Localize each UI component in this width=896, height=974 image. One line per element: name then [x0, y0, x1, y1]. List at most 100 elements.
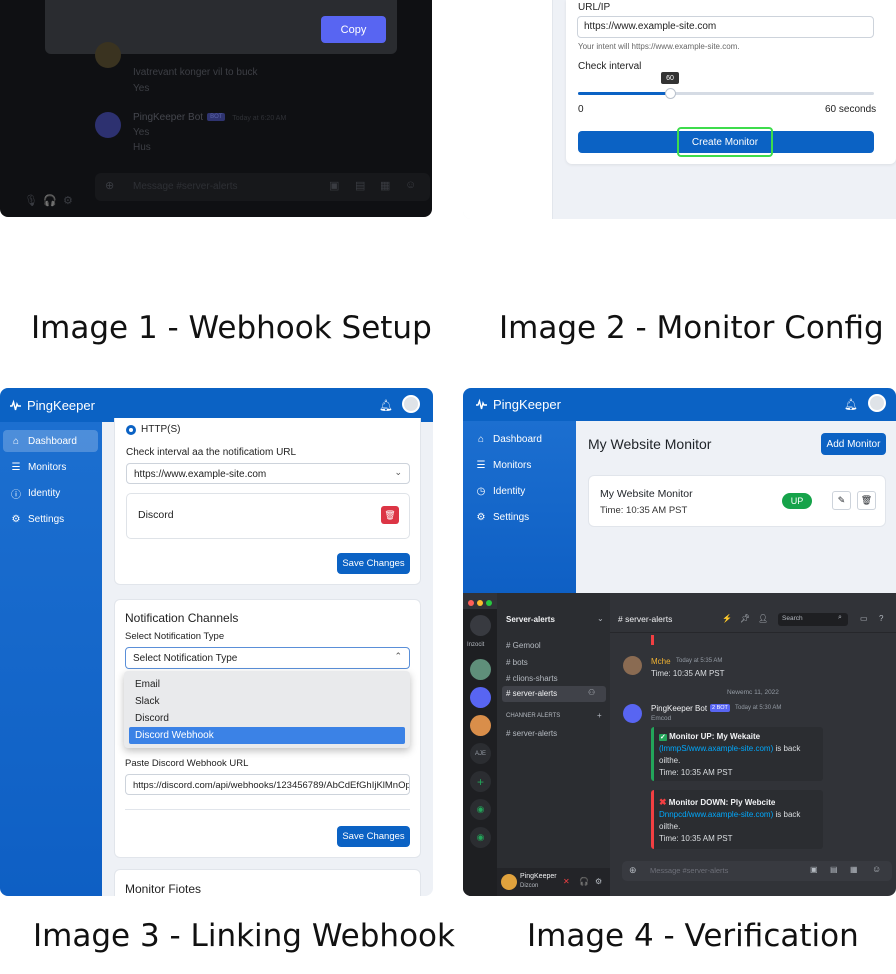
nav-settings[interactable]: ⚙ Settings	[3, 508, 98, 530]
create-monitor-button[interactable]: Create Monitor	[677, 127, 773, 157]
add-monitor-button[interactable]: Add Monitor	[821, 433, 886, 455]
explore-icon[interactable]: ◉	[470, 827, 491, 848]
server-icon[interactable]	[470, 659, 491, 680]
search-icon: ⌕	[838, 614, 842, 621]
sidebar: ⌂ Dashboard ☰ Monitors ⓘ Identity ⚙ Settings	[0, 422, 102, 896]
server-icon[interactable]: AJE	[470, 743, 491, 764]
server-icon[interactable]	[470, 715, 491, 736]
nav-identity[interactable]: ⓘ Identity	[3, 482, 98, 504]
url-select[interactable]: https://www.example-site.com ⌄	[126, 463, 410, 484]
help-icon[interactable]: ?	[879, 614, 883, 623]
embed-link[interactable]: Dnnpcd/www.axample-site.com)	[659, 810, 773, 819]
option-email[interactable]: Email	[129, 676, 405, 693]
url-input[interactable]: https://www.example-site.com	[577, 16, 874, 38]
window-close-dot[interactable]	[468, 600, 474, 606]
explore-icon[interactable]: ◉	[470, 799, 491, 820]
delete-button[interactable]: 🗑︎	[857, 491, 876, 510]
slider-min-label: 0	[578, 104, 584, 115]
discord-home-icon[interactable]	[470, 615, 491, 636]
pin-icon[interactable]: 📌︎	[740, 614, 750, 623]
slider-fill	[578, 92, 670, 95]
channel-item-selected[interactable]: # server-alerts ⚇	[502, 686, 606, 702]
members-icon[interactable]: 👤︎	[758, 614, 768, 623]
add-server-icon[interactable]: +	[470, 771, 491, 792]
nav-monitors[interactable]: ☰ Monitors	[468, 454, 568, 476]
user-status: Dizcon	[520, 883, 539, 889]
emoji-icon[interactable]: ☺	[405, 179, 416, 191]
embed-link[interactable]: (lmmpS/www.axample-site.com)	[659, 744, 773, 753]
user-avatar[interactable]	[501, 874, 517, 890]
embed-monitor-down: ✖ Monitor DOWN: Ply Webcite Dnnpcd/www.a…	[651, 790, 823, 849]
webhook-url-input[interactable]: https://discord.com/api/webhooks/1234567…	[125, 774, 410, 795]
edit-button[interactable]: ✎	[832, 491, 851, 510]
add-attachment-icon[interactable]: ⊕	[629, 865, 637, 876]
search-input[interactable]: Search ⌕	[778, 613, 848, 626]
window-minimize-dot[interactable]	[477, 600, 483, 606]
server-name[interactable]: Server-alerts	[506, 615, 555, 624]
gift-icon[interactable]: ▣	[810, 865, 818, 874]
sticker-icon[interactable]: ▦	[380, 179, 390, 192]
message-input[interactable]: ⊕ Message #server-alerts ▣ ▤ ▦ ☺	[95, 173, 430, 201]
gif-icon[interactable]: ▤	[355, 179, 365, 192]
user-avatar[interactable]	[868, 394, 886, 412]
nav-dashboard[interactable]: ⌂ Dashboard	[468, 428, 568, 450]
nav-label: Monitors	[493, 459, 532, 471]
embed-bar	[651, 727, 654, 781]
add-member-icon[interactable]: ⚇	[588, 688, 595, 697]
app-header: PingKeeper 🔔︎	[463, 388, 896, 421]
caption-image-1: Image 1 - Webhook Setup	[31, 310, 432, 346]
nav-monitors[interactable]: ☰ Monitors	[3, 456, 98, 478]
user-avatar[interactable]	[402, 395, 420, 413]
option-discord-webhook[interactable]: Discord Webhook	[129, 727, 405, 744]
channel-item[interactable]: # server-alerts	[506, 729, 557, 738]
nav-settings[interactable]: ⚙ Settings	[468, 506, 568, 528]
channel-label: server-alerts	[512, 729, 558, 738]
slider-thumb[interactable]	[665, 88, 676, 99]
interval-slider[interactable]: 60	[578, 72, 874, 99]
channel-item[interactable]: # Gemool	[506, 641, 541, 650]
microphone-icon[interactable]: 🎙	[24, 194, 38, 207]
notification-type-select[interactable]: Select Notification Type ⌃	[125, 647, 410, 669]
channel-item[interactable]: # clions-sharts	[506, 674, 558, 683]
gif-icon[interactable]: ▤	[830, 865, 838, 874]
monitor-config-screenshot: URL/IP https://www.example-site.com Your…	[463, 0, 896, 219]
option-discord[interactable]: Discord	[129, 710, 405, 727]
bell-icon[interactable]: 🔔︎	[379, 399, 393, 412]
date-divider: Newemc 11, 2022	[727, 689, 779, 696]
add-channel-icon[interactable]: +	[597, 711, 602, 720]
nav-identity[interactable]: ◷ Identity	[468, 480, 568, 502]
category-label[interactable]: CHANNER ALERTS	[506, 713, 560, 719]
save-changes-button[interactable]: Save Changes	[337, 553, 410, 574]
headphones-icon[interactable]: 🎧	[43, 194, 57, 207]
inbox-icon[interactable]: ▭	[860, 614, 868, 623]
save-changes-button[interactable]: Save Changes	[337, 826, 410, 847]
gift-icon[interactable]: ▣	[329, 179, 339, 192]
delete-button[interactable]: 🗑︎	[381, 506, 399, 524]
bot-time: Today at 6:20 AM	[232, 115, 287, 122]
gear-icon[interactable]: ⚙	[595, 877, 602, 886]
bell-icon[interactable]: 🔔︎	[844, 398, 858, 411]
monitor-card[interactable]: My Website Monitor Time: 10:35 AM PST UP…	[588, 475, 886, 527]
emoji-icon[interactable]: ☺	[872, 864, 881, 874]
notification-type-dropdown: Email Slack Discord Discord Webhook	[124, 671, 410, 748]
discord-message-input[interactable]: ⊕ Message #server-alerts ▣ ▤ ▦ ☺	[622, 861, 892, 881]
check-icon: ✓	[659, 734, 667, 741]
mute-icon[interactable]: ✕	[563, 877, 570, 886]
copy-button[interactable]: Copy	[321, 16, 386, 43]
window-maximize-dot[interactable]	[486, 600, 492, 606]
url-select-value: https://www.example-site.com	[134, 469, 267, 480]
server-icon-active[interactable]	[470, 687, 491, 708]
nav-dashboard[interactable]: ⌂ Dashboard	[3, 430, 98, 452]
chevron-down-icon[interactable]: ⌄	[597, 614, 604, 623]
threads-icon[interactable]: ⚡	[722, 614, 732, 623]
gear-icon[interactable]: ⚙	[63, 194, 73, 207]
channel-item[interactable]: # bots	[506, 658, 528, 667]
message-text: Time: 10:35 AM PST	[651, 669, 725, 678]
sticker-icon[interactable]: ▦	[850, 865, 858, 874]
headphones-icon[interactable]: 🎧	[579, 877, 589, 886]
bot-time: Today at 5:30 AM	[735, 705, 782, 711]
add-attachment-icon[interactable]: ⊕	[105, 179, 114, 192]
monitor-settings-card: HTTP(S) Check interval aa the notificati…	[114, 418, 421, 585]
radio-button[interactable]	[126, 425, 136, 435]
option-slack[interactable]: Slack	[129, 693, 405, 710]
